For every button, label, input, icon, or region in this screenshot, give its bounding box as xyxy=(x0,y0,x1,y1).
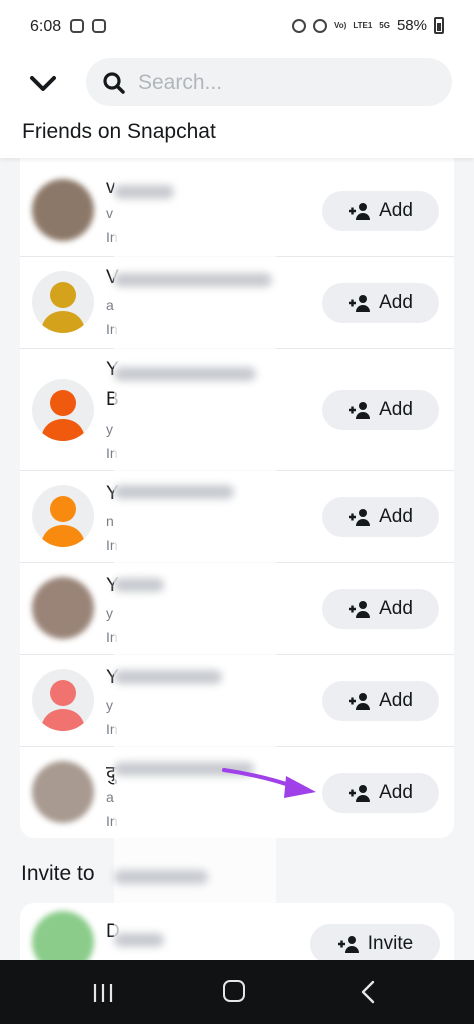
friend-username: v xyxy=(106,205,113,221)
blurred-text xyxy=(114,273,272,287)
home-button-icon[interactable] xyxy=(223,980,245,1002)
avatar xyxy=(32,577,94,639)
friend-username: a xyxy=(106,297,114,313)
search-input[interactable]: Search... xyxy=(86,58,452,106)
add-button-label: Add xyxy=(379,690,413,711)
bitmoji-ghost-icon xyxy=(41,496,85,547)
add-friend-icon xyxy=(349,693,371,710)
add-button-label: Add xyxy=(379,200,413,221)
blurred-text xyxy=(114,670,222,684)
avatar xyxy=(32,271,94,333)
add-button-label: Add xyxy=(379,782,413,803)
search-icon xyxy=(103,72,125,94)
invite-button[interactable]: Invite xyxy=(310,924,440,964)
alarm-icon xyxy=(292,18,307,33)
blurred-text xyxy=(114,578,164,592)
add-friend-button[interactable]: Add xyxy=(322,773,439,813)
instagram-icon xyxy=(70,19,84,33)
add-friend-button[interactable]: Add xyxy=(322,191,439,231)
5g-label: 5G xyxy=(379,20,390,30)
avatar xyxy=(32,179,94,241)
add-button-label: Add xyxy=(379,506,413,527)
status-right: Vo) LTE1 5G 58% xyxy=(292,17,444,34)
add-button-label: Add xyxy=(379,598,413,619)
avatar xyxy=(32,761,94,823)
privacy-blur-overlay xyxy=(114,165,276,960)
bitmoji-ghost-icon xyxy=(41,390,85,441)
add-friend-button[interactable]: Add xyxy=(322,283,439,323)
add-friend-icon xyxy=(349,785,371,802)
add-friend-button[interactable]: Add xyxy=(322,497,439,537)
invite-button-label: Invite xyxy=(367,933,414,954)
search-placeholder: Search... xyxy=(138,71,223,94)
friend-username: n xyxy=(106,513,114,529)
blurred-text xyxy=(114,485,234,499)
add-friend-icon xyxy=(349,509,371,526)
friend-username: y xyxy=(106,605,113,621)
add-friend-icon xyxy=(349,402,371,419)
add-friend-button[interactable]: Add xyxy=(322,390,439,430)
chevron-down-icon xyxy=(30,76,56,91)
section-title: Friends on Snapchat xyxy=(22,120,216,143)
clock-icon xyxy=(313,18,328,33)
recent-apps-icon[interactable] xyxy=(92,982,114,1004)
invite-section-title: Invite to xyxy=(21,862,95,885)
arrow-annotation-icon xyxy=(222,768,316,798)
back-icon[interactable] xyxy=(358,980,378,1004)
header: Search... Friends on Snapchat xyxy=(0,44,474,158)
friend-username: y xyxy=(106,421,113,437)
battery-percent: 58% xyxy=(396,17,427,34)
lte-label: LTE1 xyxy=(353,20,373,30)
volte-label: Vo) xyxy=(334,20,347,30)
bitmoji-ghost-icon xyxy=(41,680,85,731)
system-nav-bar xyxy=(0,960,474,1024)
blurred-text xyxy=(114,367,256,381)
status-time: 6:08 xyxy=(30,18,62,35)
add-friend-button[interactable]: Add xyxy=(322,589,439,629)
add-friend-icon xyxy=(337,936,359,953)
bitmoji-ghost-icon xyxy=(41,282,85,333)
avatar xyxy=(32,669,94,731)
add-friend-icon xyxy=(349,295,371,312)
add-button-label: Add xyxy=(379,399,413,420)
blurred-text xyxy=(114,185,174,199)
add-friend-icon xyxy=(349,203,371,220)
add-friend-icon xyxy=(349,601,371,618)
blurred-text xyxy=(114,933,164,947)
avatar xyxy=(32,485,94,547)
gallery-icon xyxy=(92,19,106,33)
add-friend-button[interactable]: Add xyxy=(322,681,439,721)
friend-username: y xyxy=(106,697,113,713)
status-notification-icons xyxy=(70,19,106,33)
battery-icon xyxy=(434,17,444,34)
avatar xyxy=(32,379,94,441)
add-button-label: Add xyxy=(379,292,413,313)
status-bar: 6:08 Vo) LTE1 5G 58% xyxy=(0,0,474,44)
collapse-button[interactable] xyxy=(26,66,60,100)
blurred-text xyxy=(114,870,208,884)
friend-username: a xyxy=(106,789,114,805)
